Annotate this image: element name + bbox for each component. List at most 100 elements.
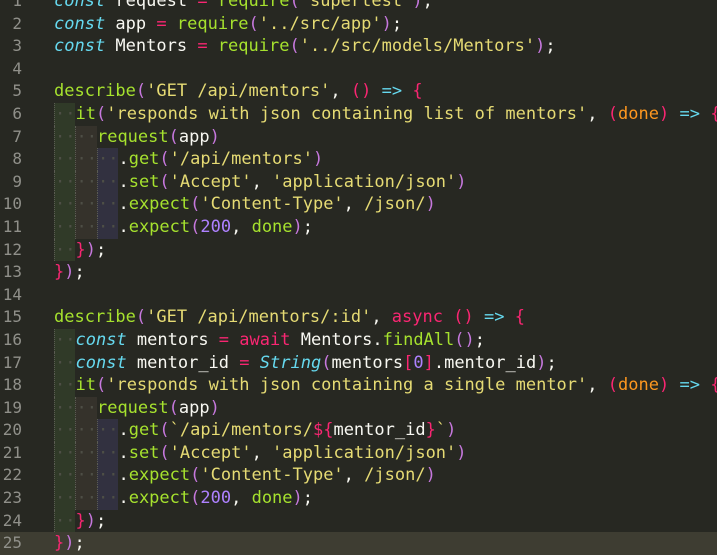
code-token: , — [251, 171, 273, 192]
code-token: 200 — [200, 488, 232, 509]
code-line[interactable]: 15 describe('GET /api/mentors/:id', async… — [0, 306, 717, 329]
code-token: = — [197, 36, 208, 57]
code-line[interactable]: 2 const app = require('../src/app'); — [0, 13, 717, 36]
code-token: ) — [292, 216, 303, 237]
line-number: 8 — [12, 149, 22, 169]
code-token: . — [118, 442, 129, 463]
code-token: ) — [292, 488, 303, 509]
code-token: done — [618, 103, 659, 124]
code-token: ( — [159, 149, 170, 170]
code-token: ) — [85, 239, 96, 260]
code-token: 0 — [413, 352, 424, 373]
code-token: 'Accept' — [169, 171, 252, 192]
code-line[interactable]: 6 ··it('responds with json containing lis… — [0, 102, 717, 126]
line-number: 5 — [12, 81, 22, 101]
code-token: , — [231, 216, 252, 237]
code-token: expect — [128, 216, 191, 237]
code-token: require — [217, 0, 290, 11]
line-number: 19 — [2, 397, 22, 417]
code-line[interactable]: 22 ······.expect('Content-Type', /json/) — [0, 464, 717, 488]
code-token: ] — [423, 352, 434, 373]
code-token: const — [54, 36, 106, 57]
line-number: 18 — [2, 375, 22, 395]
code-token: , — [251, 442, 273, 463]
code-token: ( — [159, 442, 170, 463]
code-token: it — [75, 375, 96, 396]
code-token: . — [118, 488, 129, 509]
code-token: , — [587, 103, 608, 124]
line-number: 11 — [2, 216, 22, 236]
code-line[interactable]: 19 ····request(app) — [0, 396, 717, 420]
code-token: async — [391, 307, 443, 328]
line-content: const app = require('../src/app'); — [54, 13, 402, 36]
code-line[interactable]: 16 ··const mentors = await Mentors.findAl… — [0, 328, 717, 352]
line-number: 4 — [12, 58, 22, 78]
code-token: } — [425, 420, 436, 441]
code-token: () — [350, 81, 372, 102]
code-token: String — [259, 352, 322, 373]
code-token: ( — [168, 397, 179, 418]
code-token: ; — [545, 36, 556, 57]
code-line[interactable]: 14 — [0, 284, 717, 307]
code-token: { — [710, 104, 717, 124]
code-editor[interactable]: 1 const request = require('supertest'); 2 c… — [0, 0, 717, 555]
indent-guide: ·· — [54, 193, 76, 216]
code-token: app — [178, 397, 210, 418]
code-line[interactable]: 20 ······.get(`/api/mentors/${mentor_id}`… — [0, 419, 717, 442]
code-token: ) — [456, 171, 467, 192]
code-area[interactable]: 1 const request = require('supertest'); 2 c… — [0, 0, 717, 555]
code-line[interactable]: 21 ······.set('Accept', 'application/json… — [0, 441, 717, 465]
code-line[interactable]: 10 ······.expect('Content-Type', /json/) — [0, 193, 717, 216]
line-number: 13 — [2, 262, 22, 282]
line-number: 10 — [2, 194, 22, 214]
code-token: Mentors — [105, 36, 198, 57]
code-token: } — [75, 239, 86, 260]
code-line[interactable]: 8 ······.get('/api/mentors') — [0, 148, 717, 171]
code-token: mentors — [126, 329, 219, 350]
code-token: ( — [135, 307, 147, 328]
code-token: /json/ — [364, 465, 426, 486]
code-token: , — [371, 307, 392, 328]
code-line[interactable]: 12 ··}); — [0, 238, 717, 262]
line-number: 24 — [2, 510, 22, 530]
code-token: require — [217, 36, 290, 57]
code-token: describe — [54, 81, 136, 102]
indent-guide: ·· — [96, 441, 119, 465]
code-line[interactable]: 1 const request = require('supertest'); — [0, 0, 717, 13]
indent-guide: ·· — [54, 125, 76, 149]
code-line[interactable]: 23 ······.expect(200, done); — [0, 487, 717, 510]
code-line[interactable]: 11 ······.expect(200, done); — [0, 215, 717, 239]
code-token: ( — [248, 13, 259, 34]
code-token: ` — [435, 420, 447, 441]
code-token: . — [118, 171, 129, 192]
line-content: ······.set('Accept', 'application/json') — [54, 170, 467, 194]
code-line[interactable]: 24 ··}); — [0, 509, 717, 533]
code-token: ; — [474, 329, 485, 350]
code-line[interactable]: 17 ··const mentor_id = String(mentors[0].… — [0, 351, 717, 375]
code-line[interactable]: 13}); — [0, 261, 717, 284]
code-line[interactable]: 9 ······.set('Accept', 'application/json'… — [0, 170, 717, 194]
code-line[interactable]: 4 — [0, 58, 717, 81]
code-token: 'Content-Type' — [200, 465, 344, 486]
code-token: /json/ — [364, 194, 426, 215]
indent-guide: ·· — [96, 148, 119, 171]
line-number: 12 — [2, 239, 22, 259]
indent-guide: ·· — [75, 148, 97, 171]
indent-guide: ·· — [54, 487, 76, 510]
code-line[interactable]: 5 describe('GET /api/mentors', () => { — [0, 80, 717, 103]
line-number: 14 — [2, 284, 22, 304]
code-line[interactable]: 3 const Mentors = require('../src/models/… — [0, 35, 717, 58]
line-number: 9 — [12, 171, 22, 191]
code-token: mentor_id — [126, 352, 240, 373]
code-line[interactable]: 25}); — [0, 532, 717, 555]
line-content: ··}); — [54, 509, 106, 533]
code-token: ( — [159, 420, 170, 441]
code-line[interactable]: 7 ····request(app) — [0, 125, 717, 149]
indent-guide: ·· — [75, 215, 97, 239]
code-line[interactable]: 18 ··it('responds with json containing a … — [0, 374, 717, 397]
code-token: = — [218, 329, 230, 350]
